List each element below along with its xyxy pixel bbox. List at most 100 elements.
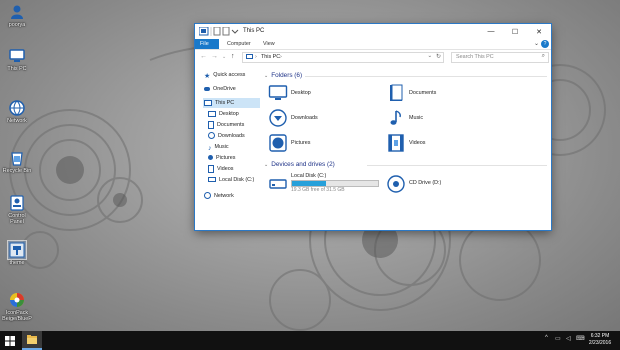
ribbon: File Computer View ⌄ ? <box>195 39 551 50</box>
desktop-icon-network[interactable]: Network <box>2 99 32 124</box>
folder-pictures[interactable]: Pictures <box>268 133 368 153</box>
expand-ribbon-icon[interactable]: ⌄ <box>534 40 539 47</box>
drives-group-header[interactable]: ⌄ Devices and drives (2) <box>264 161 335 168</box>
folder-videos[interactable]: Videos <box>386 133 486 153</box>
nav-item-label: Music <box>214 144 229 150</box>
address-bar[interactable]: › This PC › ⌄ ↻ <box>242 52 444 63</box>
folder-downloads[interactable]: Downloads <box>268 108 368 128</box>
nav-item-label: OneDrive <box>213 86 236 92</box>
desktop-icon-label: Recycle Bin <box>2 168 32 174</box>
desktop-icon-label: theme <box>9 260 25 266</box>
start-button[interactable] <box>5 336 15 346</box>
title-bar[interactable]: This PC — ☐ ✕ <box>195 24 551 39</box>
nav-item-quick-access[interactable]: ★ Quick access <box>204 70 245 80</box>
drive-label: Local Disk (C:) <box>291 173 327 179</box>
volume-icon[interactable]: ◁ <box>566 335 571 342</box>
star-icon: ★ <box>204 72 211 80</box>
folder-desktop[interactable]: Desktop <box>268 83 368 103</box>
collapse-icon: ⌄ <box>264 73 269 79</box>
folder-documents[interactable]: Documents <box>386 83 486 103</box>
close-button[interactable]: ✕ <box>527 24 551 39</box>
pictures-icon <box>269 134 287 152</box>
taskbar-clock[interactable]: 6:32 PM 2/23/2016 <box>585 333 615 347</box>
drive-cd[interactable]: CD Drive (D:) <box>386 173 486 195</box>
documents-icon <box>208 120 214 129</box>
theme-icon <box>7 240 27 260</box>
nav-item-documents[interactable]: Documents <box>208 120 244 130</box>
breadcrumb[interactable]: This PC <box>261 54 280 60</box>
computer-icon <box>204 99 212 106</box>
search-input[interactable]: Search This PC <box>456 54 494 60</box>
desktop-icon-control-panel[interactable]: Control Panel <box>2 194 32 225</box>
show-hidden-icons-icon[interactable]: ^ <box>545 335 548 341</box>
nav-item-pictures[interactable]: Pictures <box>208 153 235 163</box>
desktop-icon-recycle-bin[interactable]: Recycle Bin <box>2 149 32 174</box>
nav-item-music[interactable]: ♪ Music <box>208 142 229 152</box>
network-icon <box>204 192 211 200</box>
desktop-icon-user-folder[interactable]: poorya <box>2 3 32 28</box>
nav-item-local-disk[interactable]: Local Disk (C:) <box>208 175 254 185</box>
explorer-window: This PC — ☐ ✕ File Computer View ⌄ ? ← →… <box>195 24 551 230</box>
network-tray-icon[interactable]: ▭ <box>555 335 561 342</box>
breadcrumb-separator: › <box>255 54 257 60</box>
quick-access-toolbar-icons[interactable] <box>199 27 239 36</box>
drive-local-disk[interactable]: Local Disk (C:) 19.3 GB free of 31.5 GB <box>268 173 383 195</box>
videos-icon <box>388 134 404 152</box>
computer-icon <box>246 54 253 59</box>
desktop-icon-label: poorya <box>8 22 26 28</box>
forward-button[interactable]: → <box>211 53 218 60</box>
desktop-icon-iconpack[interactable]: IconPack Beige/BlueP <box>2 291 32 322</box>
nav-item-videos[interactable]: Videos <box>208 164 233 174</box>
folder-label: Music <box>409 115 424 121</box>
nav-item-label: Documents <box>217 122 245 128</box>
folder-music[interactable]: Music <box>386 108 486 128</box>
address-dropdown-icon[interactable]: ⌄ <box>427 53 432 59</box>
nav-item-label: Quick access <box>213 72 246 78</box>
nav-item-network[interactable]: Network <box>204 191 234 201</box>
pictures-icon <box>208 155 213 161</box>
taskbar-file-explorer[interactable] <box>22 331 42 350</box>
up-button[interactable]: ↑ <box>231 53 235 60</box>
iconpack-icon <box>10 293 24 307</box>
help-icon[interactable]: ? <box>541 40 549 48</box>
folder-label: Documents <box>409 90 437 96</box>
content-pane: ⌄ Folders (6) Desktop Documents Downloads… <box>259 67 551 230</box>
desktop-icon-label: Control Panel <box>8 213 26 225</box>
desktop-icon-label: IconPack Beige/BlueP <box>2 310 32 322</box>
computer-icon <box>9 49 25 62</box>
folders-group-header[interactable]: ⌄ Folders (6) <box>264 72 302 79</box>
breadcrumb-separator: › <box>280 54 282 60</box>
input-indicator-icon[interactable]: ⌨ <box>576 335 585 342</box>
nav-item-desktop[interactable]: Desktop <box>208 109 239 119</box>
videos-icon <box>208 164 214 173</box>
desktop-icon-label: Network <box>7 118 27 124</box>
maximize-button[interactable]: ☐ <box>503 24 527 39</box>
folder-icon <box>27 335 37 344</box>
recent-locations-icon[interactable]: ⌄ <box>222 54 226 60</box>
tab-view[interactable]: View <box>258 39 280 49</box>
desktop-icon-theme[interactable]: theme <box>2 240 32 266</box>
nav-item-this-pc[interactable]: This PC <box>203 98 260 108</box>
tab-computer[interactable]: Computer <box>222 39 256 49</box>
desktop-icon-label: This PC <box>7 66 27 72</box>
back-button[interactable]: ← <box>200 53 207 60</box>
nav-item-label: Local Disk (C:) <box>219 177 255 183</box>
desktop-icon-this-pc[interactable]: This PC <box>2 47 32 72</box>
music-icon <box>390 110 401 125</box>
maximize-icon: ☐ <box>511 28 519 36</box>
taskbar: ^ ▭ ◁ ⌨ 6:32 PM 2/23/2016 <box>0 331 620 350</box>
group-divider <box>305 76 547 77</box>
nav-item-downloads[interactable]: Downloads <box>208 131 245 141</box>
group-title: Folders (6) <box>271 72 303 79</box>
refresh-icon[interactable]: ↻ <box>436 53 441 60</box>
tab-file[interactable]: File <box>195 39 219 49</box>
drive-icon <box>269 179 287 189</box>
nav-item-label: Network <box>214 193 234 199</box>
search-box[interactable]: Search This PC ⌕ <box>451 52 549 63</box>
desktop-icon <box>208 110 216 117</box>
window-title: This PC <box>243 28 265 34</box>
cd-drive-icon <box>387 175 405 193</box>
nav-item-onedrive[interactable]: OneDrive <box>204 84 236 94</box>
minimize-button[interactable]: — <box>479 24 503 39</box>
group-title: Devices and drives (2) <box>271 161 335 168</box>
